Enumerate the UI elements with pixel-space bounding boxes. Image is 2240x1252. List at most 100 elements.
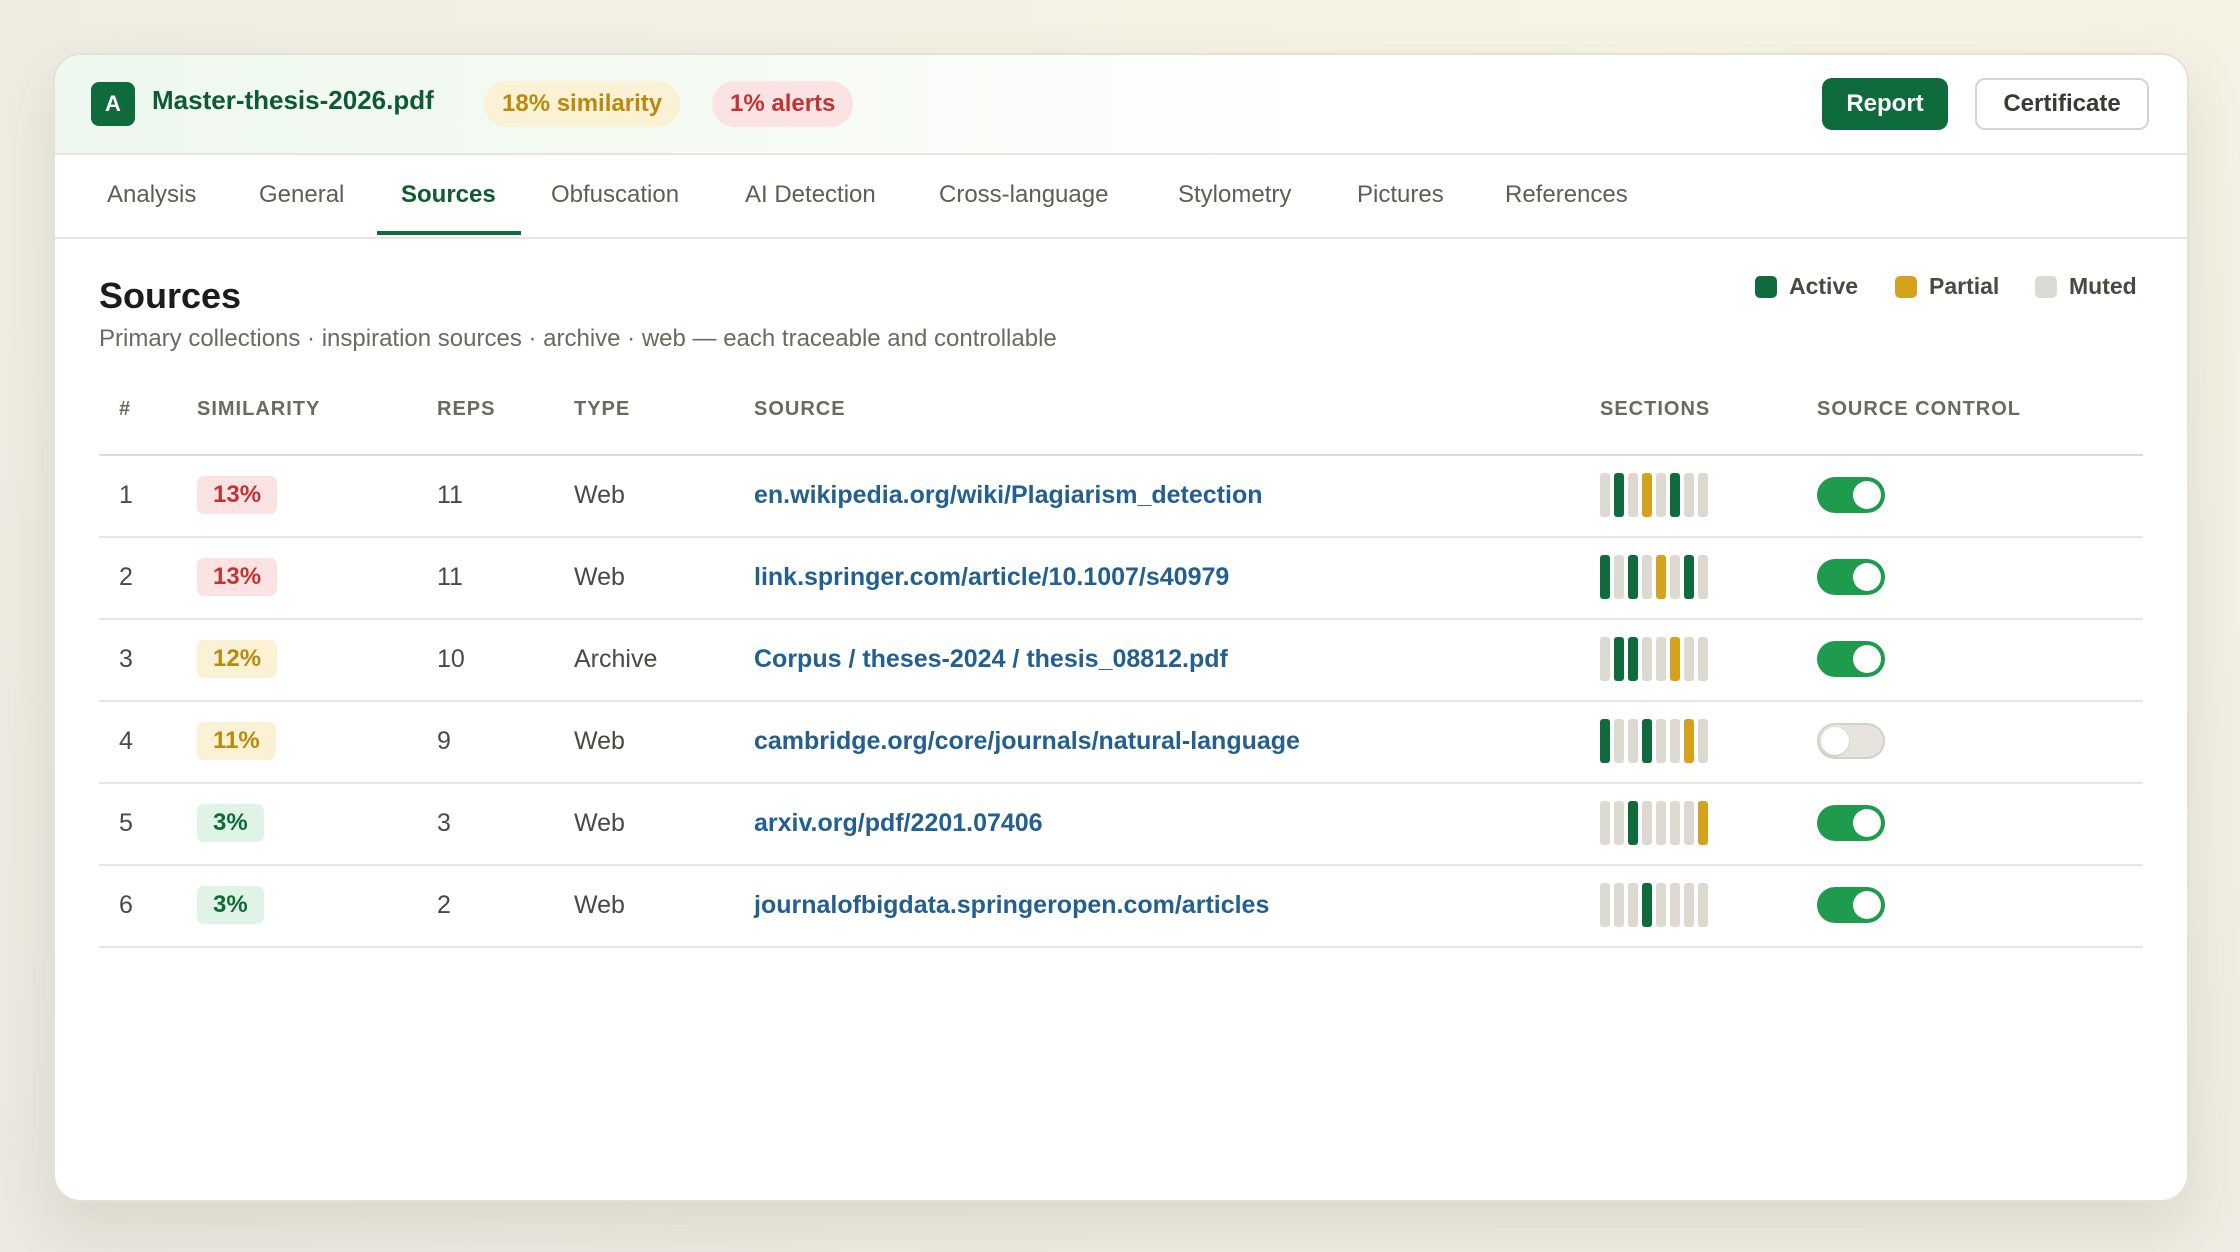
section-bar <box>1642 719 1652 763</box>
section-bar <box>1656 473 1666 517</box>
section-bar <box>1600 801 1610 845</box>
source-control-cell <box>1817 536 1885 618</box>
section-bars <box>1600 883 1708 927</box>
tab-ai-detection[interactable]: AI Detection <box>745 181 876 209</box>
tab-general[interactable]: General <box>259 181 344 209</box>
toggle-knob <box>1853 891 1881 919</box>
section-bar <box>1600 883 1610 927</box>
section-bars <box>1600 637 1708 681</box>
section-bar <box>1628 637 1638 681</box>
source-control-cell <box>1817 864 1885 946</box>
type-cell: Web <box>574 726 625 755</box>
similarity-badge: 3% <box>197 804 264 842</box>
section-bars <box>1600 801 1708 845</box>
source-cell: Corpus / theses-2024 / thesis_08812.pdf <box>754 618 1228 700</box>
source-toggle[interactable] <box>1817 641 1885 677</box>
source-cell: arxiv.org/pdf/2201.07406 <box>754 782 1043 864</box>
source-toggle[interactable] <box>1817 805 1885 841</box>
source-link[interactable]: journalofbigdata.springeropen.com/articl… <box>754 891 1269 920</box>
similarity-badge: 18% similarity <box>484 81 681 127</box>
source-toggle[interactable] <box>1817 887 1885 923</box>
row-number: 1 <box>119 480 133 509</box>
section-bars <box>1600 473 1708 517</box>
row-number: 4 <box>119 726 133 755</box>
section-bar <box>1684 555 1694 599</box>
table-row: 4 11% 9 Web cambridge.org/core/journals/… <box>99 700 2143 784</box>
source-toggle[interactable] <box>1817 723 1885 759</box>
type-cell: Web <box>574 562 625 591</box>
tab-analysis[interactable]: Analysis <box>107 181 196 209</box>
section-bar <box>1628 883 1638 927</box>
section-bar <box>1642 555 1652 599</box>
legend-muted: Muted <box>2035 273 2137 300</box>
type-cell: Web <box>574 808 625 837</box>
source-cell: journalofbigdata.springeropen.com/articl… <box>754 864 1269 946</box>
section-bar <box>1698 473 1708 517</box>
section-bar <box>1628 801 1638 845</box>
similarity-cell: 11% <box>197 700 276 782</box>
sections-cell <box>1600 700 1708 782</box>
section-bar <box>1642 801 1652 845</box>
similarity-cell: 13% <box>197 536 278 618</box>
similarity-cell: 3% <box>197 782 264 864</box>
reps-cell: 2 <box>437 890 451 919</box>
toggle-knob <box>1853 645 1881 673</box>
source-link[interactable]: Corpus / theses-2024 / thesis_08812.pdf <box>754 645 1228 674</box>
source-control-cell <box>1817 782 1885 864</box>
legend-partial: Partial <box>1895 273 1999 300</box>
table-row: 6 3% 2 Web journalofbigdata.springeropen… <box>99 864 2143 948</box>
section-bar <box>1642 473 1652 517</box>
column-header-sections: SECTIONS <box>1600 398 1711 420</box>
tab-bar: Analysis General Sources Obfuscation AI … <box>55 155 2187 239</box>
sections-cell <box>1600 618 1708 700</box>
source-link[interactable]: cambridge.org/core/journals/natural-lang… <box>754 727 1300 756</box>
section-bars <box>1600 719 1708 763</box>
tab-stylometry[interactable]: Stylometry <box>1178 181 1291 209</box>
section-bar <box>1684 637 1694 681</box>
tab-references[interactable]: References <box>1505 181 1628 209</box>
column-header-similarity: SIMILARITY <box>197 398 321 420</box>
report-button[interactable]: Report <box>1822 78 1948 130</box>
section-bar <box>1600 719 1610 763</box>
legend-active-swatch <box>1755 275 1777 298</box>
sections-cell <box>1600 864 1708 946</box>
legend-partial-label: Partial <box>1929 273 2000 299</box>
type-cell: Archive <box>574 644 658 673</box>
section-bar <box>1614 883 1624 927</box>
tab-cross-language[interactable]: Cross-language <box>939 181 1108 209</box>
similarity-badge: 3% <box>197 886 264 924</box>
page-title: Sources <box>99 275 242 316</box>
toggle-knob <box>1853 563 1881 591</box>
similarity-badge: 11% <box>197 722 276 760</box>
source-link[interactable]: arxiv.org/pdf/2201.07406 <box>754 809 1043 838</box>
row-number: 6 <box>119 890 133 919</box>
source-cell: cambridge.org/core/journals/natural-lang… <box>754 700 1300 782</box>
section-bar <box>1642 637 1652 681</box>
row-number: 2 <box>119 562 133 591</box>
row-number: 5 <box>119 808 133 837</box>
section-bar <box>1600 637 1610 681</box>
tab-sources[interactable]: Sources <box>401 181 496 209</box>
source-link[interactable]: link.springer.com/article/10.1007/s40979 <box>754 563 1229 592</box>
section-bar <box>1628 555 1638 599</box>
source-toggle[interactable] <box>1817 477 1885 513</box>
section-bar <box>1698 637 1708 681</box>
certificate-button[interactable]: Certificate <box>1975 78 2149 130</box>
similarity-cell: 3% <box>197 864 264 946</box>
section-bar <box>1614 719 1624 763</box>
source-toggle[interactable] <box>1817 559 1885 595</box>
active-tab-indicator <box>377 231 521 235</box>
section-bar <box>1614 801 1624 845</box>
section-bar <box>1656 637 1666 681</box>
table-row: 3 12% 10 Archive Corpus / theses-2024 / … <box>99 618 2143 702</box>
section-bar <box>1698 801 1708 845</box>
source-link[interactable]: en.wikipedia.org/wiki/Plagiarism_detecti… <box>754 481 1262 510</box>
table-row: 5 3% 3 Web arxiv.org/pdf/2201.07406 <box>99 782 2143 866</box>
row-number: 3 <box>119 644 133 673</box>
section-bar <box>1684 883 1694 927</box>
tab-obfuscation[interactable]: Obfuscation <box>551 181 679 209</box>
tab-pictures[interactable]: Pictures <box>1357 181 1444 209</box>
section-bar <box>1670 883 1680 927</box>
section-bar <box>1614 473 1624 517</box>
section-bar <box>1600 555 1610 599</box>
